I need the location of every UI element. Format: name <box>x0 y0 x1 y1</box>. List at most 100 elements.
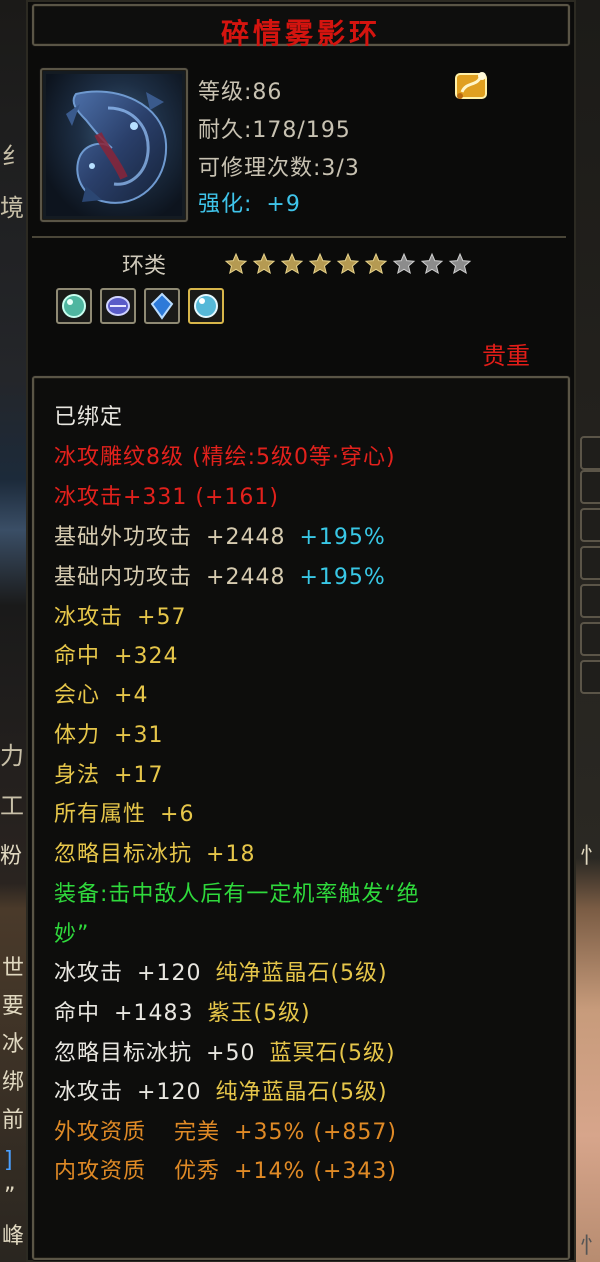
bound-status: 已绑定 <box>54 405 124 430</box>
extra-stat: 会心 +4 <box>54 682 148 710</box>
background-glyph: 忄 <box>580 1234 600 1259</box>
background-glyph: 冰 <box>2 1032 25 1057</box>
stat-label: 体力 <box>54 723 101 748</box>
item-repair-count: 可修理次数:3/3 <box>198 156 360 181</box>
stat-label: 基础内功攻击 <box>54 565 193 590</box>
background-glyph: 要 <box>2 994 25 1019</box>
stat-value: +2448 <box>206 565 286 590</box>
stat-label: 会心 <box>54 683 101 708</box>
stat-value: +6 <box>160 802 195 827</box>
star-filled-icon <box>336 252 360 275</box>
stat-label: 冰攻击 <box>54 961 124 986</box>
stat-value: +1483 <box>114 1001 194 1026</box>
stat-label: 冰攻击 <box>54 1080 124 1105</box>
background-glyph: 忄 <box>580 844 600 869</box>
background-glyph: 世 <box>2 956 25 981</box>
background-slot <box>580 436 600 470</box>
stat-percent: +195% <box>299 565 386 590</box>
equip-effect: 装备:击中敌人后有一定机率触发“绝 <box>54 882 420 907</box>
background-slot <box>580 622 600 656</box>
stat-value: +14% (+343) <box>234 1159 397 1184</box>
base-external-attack: 基础外功攻击 +2448 +195% <box>54 524 386 552</box>
socket-line: 冰攻击 +120 纯净蓝晶石(5级) <box>54 1079 388 1107</box>
item-level: 等级:86 <box>198 80 283 105</box>
background-glyph: ] <box>4 1148 13 1173</box>
item-type: 环类 <box>122 254 167 279</box>
aptitude-grade: 优秀 <box>174 1159 221 1184</box>
engrave-line: 冰攻雕纹8级 (精绘:5级0等·穿心) <box>54 445 396 470</box>
star-filled-icon <box>280 252 304 275</box>
stat-value: +18 <box>206 842 256 867</box>
extra-stat: 忽略目标冰抗 +18 <box>54 841 255 869</box>
socket-line: 命中 +1483 紫玉(5级) <box>54 1000 311 1028</box>
star-empty-icon <box>448 252 472 275</box>
base-internal-attack: 基础内功攻击 +2448 +195% <box>54 564 386 592</box>
star-filled-icon <box>252 252 276 275</box>
stat-label: 命中 <box>54 1001 101 1026</box>
stat-value: +120 <box>137 1080 202 1105</box>
star-filled-icon <box>364 252 388 275</box>
item-tooltip: 碎情雾影环 等级:86 耐久:178/195 可修理次数:3/3 强化: +9 … <box>26 0 576 1262</box>
background-slot <box>580 508 600 542</box>
socket-gem: 蓝冥石(5级) <box>269 1041 396 1066</box>
stat-value: +57 <box>137 605 187 630</box>
rarity-label: 贵重 <box>482 342 530 370</box>
stat-value: +324 <box>114 644 179 669</box>
stat-value: +120 <box>137 961 202 986</box>
background-glyph: 峰 <box>2 1224 25 1249</box>
background-glyph: 纟 <box>2 142 26 170</box>
enhance-value: +9 <box>266 192 301 217</box>
stat-label: 外攻资质 <box>54 1120 147 1145</box>
stat-label: 忽略目标冰抗 <box>54 842 193 867</box>
socket-line: 忽略目标冰抗 +50 蓝冥石(5级) <box>54 1040 396 1068</box>
stat-value: +17 <box>114 763 164 788</box>
background-glyph: ” <box>4 1184 16 1209</box>
stats-frame: 已绑定 冰攻雕纹8级 (精绘:5级0等·穿心) 冰攻击+331 (+161) 基… <box>32 376 570 1260</box>
item-icon-frame <box>40 68 188 222</box>
equip-effect: 妙” <box>54 922 90 947</box>
background-glyph: 粉 <box>0 844 23 869</box>
star-empty-icon <box>420 252 444 275</box>
stat-label: 身法 <box>54 763 101 788</box>
bind-scroll-icon <box>452 68 492 104</box>
ice-attack-main: 冰攻击+331 (+161) <box>54 485 280 510</box>
extra-stat: 身法 +17 <box>54 762 163 790</box>
stat-label: 所有属性 <box>54 802 147 827</box>
ring-item-icon <box>46 74 182 216</box>
socket-gem: 纯净蓝晶石(5级) <box>215 1080 388 1105</box>
green-gem-icon <box>56 288 92 324</box>
socket-gem: 纯净蓝晶石(5级) <box>215 961 388 986</box>
star-filled-icon <box>308 252 332 275</box>
item-enhance: 强化: +9 <box>198 186 301 218</box>
background-glyph: 境 <box>0 194 24 222</box>
socket-line: 冰攻击 +120 纯净蓝晶石(5级) <box>54 960 388 988</box>
title-frame: 碎情雾影环 <box>32 4 570 50</box>
item-name: 碎情雾影环 <box>220 17 381 50</box>
blue-violet-gem-icon <box>100 288 136 324</box>
star-empty-icon <box>392 252 416 275</box>
background-glyph: 工 <box>0 792 24 820</box>
stat-value: +2448 <box>206 525 286 550</box>
stat-percent: +195% <box>299 525 386 550</box>
background-glyph: 力 <box>0 742 24 770</box>
extra-stat: 体力 +31 <box>54 722 163 750</box>
stat-value: +35% (+857) <box>234 1120 397 1145</box>
extra-stat: 所有属性 +6 <box>54 801 194 829</box>
item-durability: 耐久:178/195 <box>198 118 351 143</box>
background-slot <box>580 546 600 580</box>
stat-label: 忽略目标冰抗 <box>54 1041 193 1066</box>
stat-label: 内攻资质 <box>54 1159 147 1184</box>
background-slot <box>580 470 600 504</box>
section-divider <box>32 236 566 238</box>
socket-gem: 紫玉(5级) <box>207 1001 311 1026</box>
external-aptitude: 外攻资质 完美 +35% (+857) <box>54 1119 397 1147</box>
enhance-label: 强化: <box>198 192 253 217</box>
extra-stat: 命中 +324 <box>54 643 178 671</box>
background-slot <box>580 584 600 618</box>
background-glyph: 前 <box>2 1108 25 1133</box>
stat-label: 冰攻击 <box>54 605 124 630</box>
stat-label: 基础外功攻击 <box>54 525 193 550</box>
stat-label: 命中 <box>54 644 101 669</box>
blue-crystal-gem-icon <box>144 288 180 324</box>
background-slot <box>580 660 600 694</box>
